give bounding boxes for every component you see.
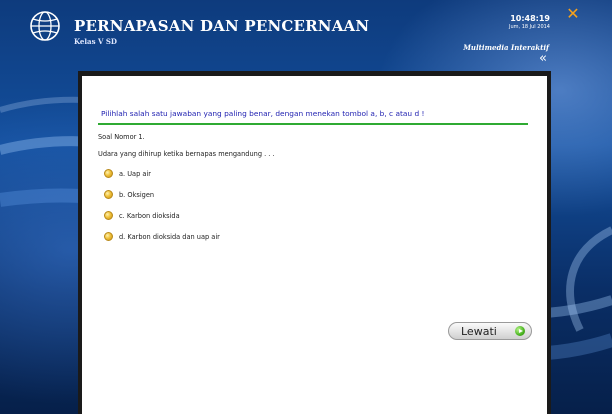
quiz-panel: Pilihlah salah satu jawaban yang paling … [82,76,547,414]
skip-button-label[interactable]: Lewati [461,325,497,338]
option-d[interactable]: d. Karbon dioksida dan uap air [104,231,220,242]
question-text: Udara yang dihirup ketika bernapas menga… [98,150,275,158]
quiz-instruction: Pilihlah salah satu jawaban yang paling … [101,109,425,118]
play-arrow-icon[interactable] [515,326,525,336]
clock: 10:48:19 Jum, 18 Jul 2014 [509,14,550,30]
radio-bullet-icon[interactable] [104,190,113,199]
option-label[interactable]: a. Uap air [119,170,151,178]
app-title: PERNAPASAN DAN PENCERNAAN [74,17,370,35]
radio-bullet-icon[interactable] [104,211,113,220]
app-subtitle: Kelas V SD [74,37,117,46]
option-label[interactable]: d. Karbon dioksida dan uap air [119,233,220,241]
clock-date: Jum, 18 Jul 2014 [509,24,550,30]
close-icon[interactable]: ✕ [565,6,581,22]
skip-button[interactable]: Lewati [448,322,532,340]
option-b[interactable]: b. Oksigen [104,189,220,200]
answer-options: a. Uap air b. Oksigen c. Karbon dioksida… [104,168,220,252]
brand-label: Multimedia Interaktif [463,43,549,52]
option-c[interactable]: c. Karbon dioksida [104,210,220,221]
clock-time: 10:48:19 [510,14,550,23]
option-a[interactable]: a. Uap air [104,168,220,179]
instruction-underline [98,123,528,125]
header: PERNAPASAN DAN PENCERNAAN Kelas V SD 10:… [0,0,612,65]
globe-logo-icon [30,11,60,41]
question-number: Soal Nomor 1. [98,133,145,141]
option-label[interactable]: b. Oksigen [119,191,154,199]
radio-bullet-icon[interactable] [104,169,113,178]
double-chevron-left-icon[interactable]: « [536,52,550,67]
radio-bullet-icon[interactable] [104,232,113,241]
option-label[interactable]: c. Karbon dioksida [119,212,180,220]
